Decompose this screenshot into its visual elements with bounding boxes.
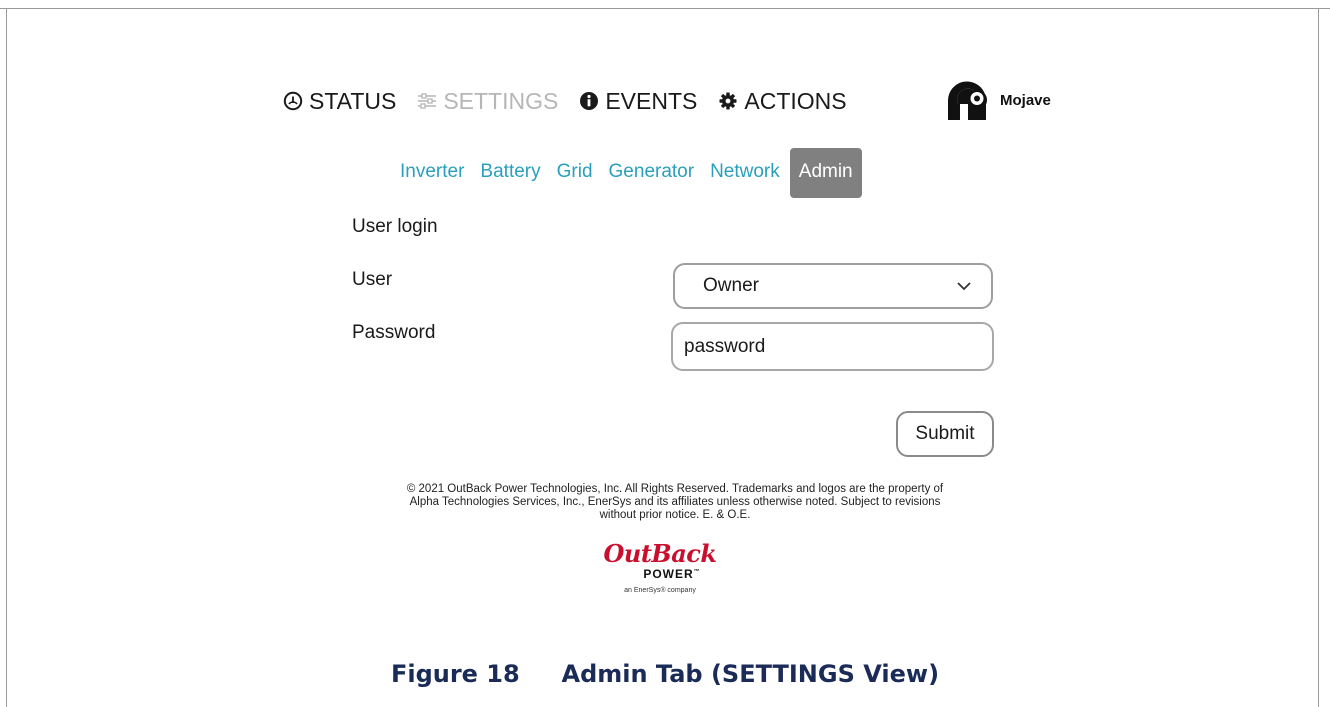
nav-actions[interactable]: ACTIONS [718, 87, 847, 115]
info-icon [580, 92, 599, 110]
figure-title: Admin Tab (SETTINGS View) [561, 660, 940, 688]
tab-admin[interactable]: Admin [789, 148, 862, 198]
page: STATUS SETTINGS EVENTS ACTIONS Mojave In… [0, 0, 1330, 707]
logo-tagline: an EnerSys® company [624, 587, 696, 594]
user-avatar-icon [948, 81, 987, 120]
copyright-notice: © 2021 OutBack Power Technologies, Inc. … [330, 483, 1020, 522]
tab-generator[interactable]: Generator [601, 148, 703, 198]
frame-border-top [0, 8, 1330, 9]
frame-border-left [6, 8, 7, 707]
nav-status-label: STATUS [309, 87, 397, 114]
copyright-line-1: © 2021 OutBack Power Technologies, Inc. … [406, 483, 944, 495]
sliders-icon [418, 93, 437, 109]
copyright-line-2: Alpha Technologies Services, Inc., EnerS… [409, 496, 941, 508]
nav-actions-label: ACTIONS [744, 87, 847, 114]
logo-wordmark: OutBack [603, 539, 717, 568]
logo-trademark: ™ [693, 569, 701, 575]
tab-grid[interactable]: Grid [549, 148, 601, 198]
tab-inverter[interactable]: Inverter [392, 148, 472, 198]
logo-power: POWER™ [604, 566, 740, 580]
nav-settings-label: SETTINGS [443, 87, 559, 114]
gear-icon [719, 92, 737, 110]
chevron-down-icon [957, 282, 971, 291]
figure-caption: Figure 18 Admin Tab (SETTINGS View) [0, 660, 1330, 688]
nav-events[interactable]: EVENTS [579, 88, 697, 115]
tab-battery[interactable]: Battery [472, 148, 548, 198]
gauge-icon [283, 91, 303, 111]
user-menu[interactable]: Mojave [946, 80, 1051, 120]
figure-number: Figure 18 [390, 660, 520, 688]
user-label: User [352, 269, 393, 290]
submit-button[interactable]: Submit [896, 411, 994, 457]
outback-power-logo: OutBack POWER™ an EnerSys® company [580, 539, 740, 595]
tab-network[interactable]: Network [702, 148, 788, 198]
logo-power-text: POWER [643, 567, 694, 581]
password-field[interactable] [671, 322, 994, 371]
frame-border-right [1318, 8, 1319, 707]
top-nav: STATUS SETTINGS EVENTS ACTIONS [283, 84, 868, 118]
nav-status[interactable]: STATUS [283, 88, 396, 115]
user-select-value: Owner [703, 275, 759, 296]
user-name: Mojave [1000, 91, 1051, 109]
user-select[interactable]: Owner [673, 263, 993, 309]
nav-events-label: EVENTS [605, 87, 698, 114]
nav-settings[interactable]: SETTINGS [417, 88, 558, 115]
settings-subtabs: Inverter Battery Grid Generator Network … [392, 148, 862, 198]
copyright-line-3: without prior notice. E. & O.E. [599, 509, 751, 521]
password-label: Password [352, 322, 436, 343]
form-title: User login [352, 216, 438, 237]
